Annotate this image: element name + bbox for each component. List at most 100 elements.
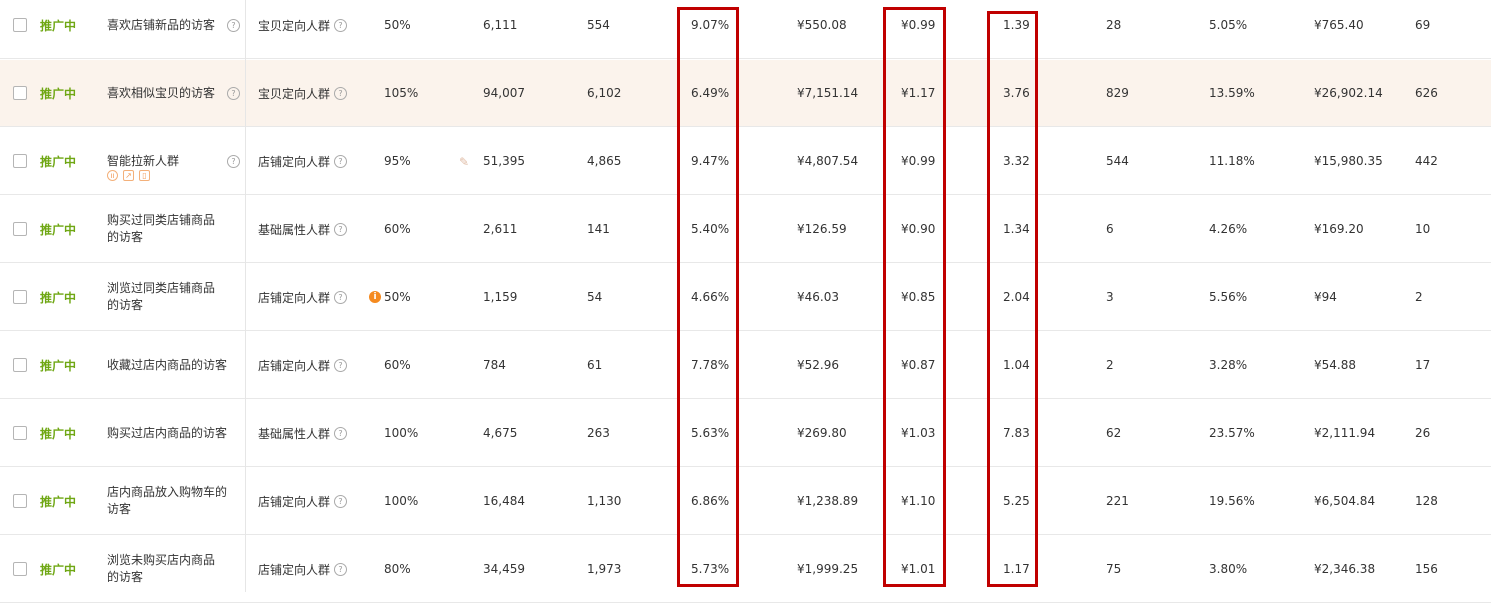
crowd-type: 店铺定向人群	[258, 358, 331, 373]
question-circle-icon[interactable]: ?	[334, 222, 348, 236]
row-checkbox[interactable]	[13, 222, 27, 236]
conversion-rate: 3.28%	[1209, 358, 1248, 372]
roi: 1.17	[1003, 562, 1030, 576]
crowd-name-cell: 智能拉新人群 ? ıı ↗ ▯	[107, 128, 245, 194]
table-row: 推广中 购买过同类店铺商品的访客 基础属性人群? 60% 2,611 141 5…	[0, 196, 1491, 263]
avg-click-cost: ¥1.17	[901, 86, 936, 100]
row-checkbox[interactable]	[13, 426, 27, 440]
status-label: 推广中	[40, 494, 77, 509]
status-label: 推广中	[40, 290, 77, 305]
transaction-amount: ¥6,504.84	[1314, 494, 1376, 508]
cost: ¥52.96	[797, 358, 839, 372]
cost: ¥550.08	[797, 18, 847, 32]
impressions: 34,459	[483, 562, 525, 576]
question-circle-icon[interactable]: ?	[334, 426, 348, 440]
question-circle-icon[interactable]: ?	[227, 155, 240, 168]
clicks: 54	[587, 290, 603, 304]
row-checkbox[interactable]	[13, 494, 27, 508]
crowd-name: 购买过店内商品的访客	[107, 425, 228, 440]
favorites: 156	[1415, 562, 1438, 576]
impressions: 4,675	[483, 426, 518, 440]
question-circle-icon[interactable]: ?	[227, 19, 240, 32]
transactions: 2	[1106, 358, 1114, 372]
crowd-name: 浏览未购买店内商品的访客	[107, 553, 216, 584]
roi: 1.39	[1003, 18, 1030, 32]
question-circle-icon[interactable]: ?	[227, 87, 240, 100]
row-checkbox[interactable]	[13, 86, 27, 100]
clicks: 4,865	[587, 154, 622, 168]
bid-premium: 80%	[384, 562, 411, 576]
bid-premium: 50%	[384, 18, 411, 32]
click-rate: 7.78%	[691, 358, 730, 372]
row-checkbox[interactable]	[13, 562, 27, 576]
row-checkbox-cell	[0, 332, 40, 398]
status-label: 推广中	[40, 222, 77, 237]
bid-premium: 95%	[384, 154, 411, 168]
row-checkbox-cell	[0, 468, 40, 534]
question-circle-icon[interactable]: ?	[334, 494, 348, 508]
info-icon[interactable]: i	[369, 291, 381, 303]
transactions: 221	[1106, 494, 1129, 508]
trend-chart-icon[interactable]: ↗	[123, 170, 134, 181]
bid-premium: 60%	[384, 358, 411, 372]
crowd-type-cell: 店铺定向人群?	[258, 536, 368, 602]
cost: ¥7,151.14	[797, 86, 859, 100]
impressions: 94,007	[483, 86, 525, 100]
crowd-type: 店铺定向人群	[258, 154, 331, 169]
row-checkbox[interactable]	[13, 18, 27, 32]
click-rate: 5.40%	[691, 222, 730, 236]
click-rate: 9.07%	[691, 18, 730, 32]
favorites: 17	[1415, 358, 1431, 372]
row-checkbox-cell	[0, 60, 40, 126]
table-row: 推广中 浏览未购买店内商品的访客 店铺定向人群? 80% 34,459 1,97…	[0, 536, 1491, 603]
report-icon[interactable]: ▯	[139, 170, 150, 181]
table-row: 推广中 智能拉新人群 ? ıı ↗ ▯ 店铺定向人群? 95% ✎ 51,395…	[0, 128, 1491, 195]
transaction-amount: ¥765.40	[1314, 18, 1364, 32]
question-circle-icon[interactable]: ?	[334, 18, 348, 32]
avg-click-cost: ¥0.99	[901, 154, 936, 168]
pause-icon[interactable]: ıı	[107, 170, 118, 181]
question-circle-icon[interactable]: ?	[334, 86, 348, 100]
crowd-type: 基础属性人群	[258, 426, 331, 441]
question-circle-icon[interactable]: ?	[334, 290, 348, 304]
pencil-icon[interactable]: ✎	[459, 155, 469, 169]
impressions: 6,111	[483, 18, 518, 32]
click-rate: 5.63%	[691, 426, 730, 440]
row-checkbox[interactable]	[13, 290, 27, 304]
crowd-name: 购买过同类店铺商品的访客	[107, 213, 216, 244]
conversion-rate: 13.59%	[1209, 86, 1255, 100]
transactions: 28	[1106, 18, 1122, 32]
crowd-type-cell: 宝贝定向人群?	[258, 0, 368, 58]
row-checkbox-cell	[0, 128, 40, 194]
roi: 1.34	[1003, 222, 1030, 236]
avg-click-cost: ¥0.90	[901, 222, 936, 236]
transactions: 6	[1106, 222, 1114, 236]
transaction-amount: ¥2,346.38	[1314, 562, 1376, 576]
crowd-type: 宝贝定向人群	[258, 86, 331, 101]
row-checkbox-cell	[0, 196, 40, 262]
crowd-name-cell: 店内商品放入购物车的访客	[107, 468, 245, 534]
row-checkbox-cell	[0, 400, 40, 466]
row-checkbox[interactable]	[13, 154, 27, 168]
question-circle-icon[interactable]: ?	[334, 358, 348, 372]
bid-premium-cell: i 50%	[369, 264, 454, 330]
table-row: 推广中 浏览过同类店铺商品的访客 店铺定向人群? i 50% 1,159 54 …	[0, 264, 1491, 331]
impressions: 16,484	[483, 494, 525, 508]
bid-premium: 100%	[384, 494, 419, 508]
crowd-type-cell: 宝贝定向人群?	[258, 60, 368, 126]
row-checkbox[interactable]	[13, 358, 27, 372]
crowd-name: 喜欢店铺新品的访客	[107, 17, 216, 32]
clicks: 141	[587, 222, 610, 236]
table-row: 推广中 购买过店内商品的访客 基础属性人群? 100% 4,675 263 5.…	[0, 400, 1491, 467]
question-circle-icon[interactable]: ?	[334, 562, 348, 576]
question-circle-icon[interactable]: ?	[334, 154, 348, 168]
table-row: 推广中 喜欢相似宝贝的访客 ? 宝贝定向人群? 105% 94,007 6,10…	[0, 60, 1491, 127]
conversion-rate: 4.26%	[1209, 222, 1248, 236]
status-label: 推广中	[40, 358, 77, 373]
favorites: 128	[1415, 494, 1438, 508]
favorites: 26	[1415, 426, 1431, 440]
conversion-rate: 3.80%	[1209, 562, 1248, 576]
crowd-type-cell: 店铺定向人群?	[258, 332, 368, 398]
crowd-type: 店铺定向人群	[258, 494, 331, 509]
crowd-targeting-table: 推广中 喜欢店铺新品的访客 ? 宝贝定向人群? 50% 6,111 554 9.…	[0, 0, 1491, 603]
